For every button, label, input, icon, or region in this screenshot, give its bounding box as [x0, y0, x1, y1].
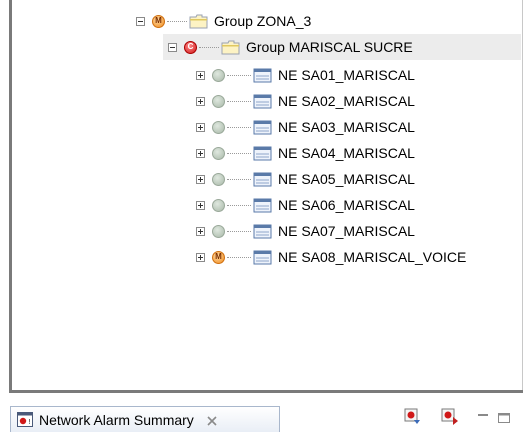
tree-connector [227, 178, 251, 180]
network-element-icon [253, 250, 272, 265]
group-folder-icon [189, 14, 208, 29]
network-element-icon [253, 198, 272, 213]
alarm-summary-icon: ! [17, 412, 33, 427]
tab-network-alarm-summary[interactable]: ! Network Alarm Summary [10, 406, 280, 432]
tree-connector [227, 126, 251, 128]
tree-item-ne-sa06[interactable]: NE SA06_MARISCAL [196, 192, 415, 218]
expand-toggle[interactable] [196, 122, 205, 132]
expand-toggle[interactable] [196, 96, 205, 106]
tree-item-ne-sa04[interactable]: NE SA04_MARISCAL [196, 140, 415, 166]
tree-item-label: NE SA06_MARISCAL [278, 197, 415, 213]
tree-item-ne-sa08-voice[interactable]: M NE SA08_MARISCAL_VOICE [196, 244, 466, 270]
expand-toggle[interactable] [196, 226, 205, 236]
collapse-toggle[interactable] [136, 16, 145, 26]
expand-toggle[interactable] [196, 70, 205, 80]
expand-toggle[interactable] [196, 174, 205, 184]
tree-connector [227, 204, 251, 206]
expand-toggle[interactable] [196, 200, 205, 210]
network-element-icon [253, 224, 272, 239]
tree-item-ne-sa03[interactable]: NE SA03_MARISCAL [196, 114, 415, 140]
no-alarm-icon [212, 146, 225, 160]
network-element-icon [253, 94, 272, 109]
tree-item-label: NE SA01_MARISCAL [278, 67, 415, 83]
panel-border-left [9, 0, 12, 393]
tree-connector [227, 152, 251, 154]
network-element-icon [253, 120, 272, 135]
tree-item-ne-sa05[interactable]: NE SA05_MARISCAL [196, 166, 415, 192]
tree-item-ne-sa07[interactable]: NE SA07_MARISCAL [196, 218, 415, 244]
tree-connector [199, 46, 219, 48]
tree-connector [167, 20, 187, 22]
tree-item-label: NE SA03_MARISCAL [278, 119, 415, 135]
no-alarm-icon [212, 172, 225, 186]
tree-connector [227, 100, 251, 102]
panel-border-right [522, 0, 523, 393]
expand-toggle[interactable] [196, 252, 205, 262]
tree-item-label: Group MARISCAL SUCRE [246, 39, 413, 55]
group-folder-icon [221, 40, 240, 55]
network-element-icon [253, 172, 272, 187]
tree-item-group-zona-3[interactable]: M Group ZONA_3 [136, 8, 311, 34]
tree-connector [227, 74, 251, 76]
no-alarm-icon [212, 68, 225, 82]
network-element-icon [253, 146, 272, 161]
network-element-icon [253, 68, 272, 83]
svg-text:!: ! [28, 418, 31, 426]
tree-item-label: NE SA02_MARISCAL [278, 93, 415, 109]
expand-toggle[interactable] [196, 148, 205, 158]
tree-connector [227, 230, 251, 232]
tree-item-label: NE SA08_MARISCAL_VOICE [278, 249, 467, 265]
collapse-toggle[interactable] [168, 42, 177, 52]
major-alarm-icon: M [152, 14, 165, 28]
no-alarm-icon [212, 198, 225, 212]
tree-item-label: NE SA05_MARISCAL [278, 171, 415, 187]
tree-connector [227, 256, 251, 258]
close-icon[interactable] [206, 414, 218, 426]
minimize-icon[interactable] [476, 411, 490, 423]
tree-item-label: NE SA04_MARISCAL [278, 145, 415, 161]
tree-item-label: Group ZONA_3 [214, 13, 312, 29]
tree-item-group-mariscal-sucre[interactable]: C Group MARISCAL SUCRE [163, 34, 521, 60]
no-alarm-icon [212, 224, 225, 238]
tree-item-ne-sa02[interactable]: NE SA02_MARISCAL [196, 88, 415, 114]
tree-item-ne-sa01[interactable]: NE SA01_MARISCAL [196, 62, 415, 88]
no-alarm-icon [212, 120, 225, 134]
major-alarm-icon: M [212, 250, 225, 264]
no-alarm-icon [212, 94, 225, 108]
critical-alarm-icon: C [184, 40, 197, 54]
alarm-filter-icon[interactable] [441, 408, 459, 426]
topology-tree-panel: M Group ZONA_3 C Group MARISCAL SUCRE NE… [0, 0, 525, 393]
tab-label: Network Alarm Summary [39, 411, 194, 428]
tree-item-label: NE SA07_MARISCAL [278, 223, 415, 239]
maximize-icon[interactable] [497, 411, 511, 423]
alarm-navigate-icon[interactable] [404, 408, 422, 426]
